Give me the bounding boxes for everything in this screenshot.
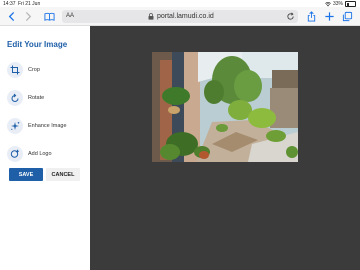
wifi-icon [325, 1, 331, 6]
lock-icon [148, 13, 154, 20]
save-button[interactable]: SAVE [9, 168, 43, 181]
forward-icon[interactable] [22, 10, 34, 22]
tabs-overview-icon[interactable] [341, 10, 353, 22]
photo-illustration [152, 52, 298, 162]
tool-rotate-label: Rotate [28, 95, 45, 101]
tool-crop[interactable]: Crop [7, 62, 40, 78]
tool-crop-label: Crop [28, 67, 40, 73]
url-text: portal.lamudi.co.id [157, 12, 214, 20]
tool-rotate[interactable]: Rotate [7, 90, 44, 106]
bookmarks-icon[interactable] [43, 10, 55, 22]
image-canvas [90, 26, 360, 270]
new-tab-icon[interactable] [323, 10, 335, 22]
reload-icon[interactable] [286, 12, 295, 21]
sparkle-icon [7, 118, 23, 134]
tool-enhance-label: Enhance Image [28, 123, 67, 129]
tool-enhance[interactable]: Enhance Image [7, 118, 67, 134]
share-icon[interactable] [305, 10, 317, 22]
browser-toolbar: AA portal.lamudi.co.id [0, 7, 360, 26]
address-bar[interactable]: AA portal.lamudi.co.id [62, 10, 298, 23]
rotate-icon [7, 90, 23, 106]
tool-add-logo-label: Add Logo [28, 151, 52, 157]
cancel-button[interactable]: CANCEL [46, 168, 80, 181]
garden-photo[interactable] [152, 52, 298, 162]
text-size-button[interactable]: AA [66, 13, 74, 19]
panel-title: Edit Your Image [7, 40, 68, 49]
crop-icon [7, 62, 23, 78]
tool-add-logo[interactable]: Add Logo [7, 146, 52, 162]
edit-panel: Edit Your Image Crop Rotate Enhance Imag… [0, 26, 90, 270]
logo-icon [7, 146, 23, 162]
back-icon[interactable] [5, 10, 17, 22]
